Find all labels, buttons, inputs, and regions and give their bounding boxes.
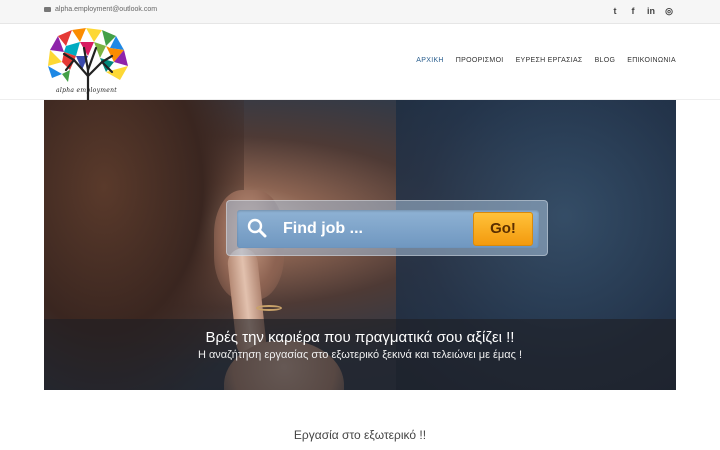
top-bar: alpha.employment@outlook.com t f in ◎: [0, 0, 720, 24]
go-button[interactable]: Go!: [473, 212, 533, 246]
hero-title: Βρές την καριέρα που πραγματικά σου αξίζ…: [205, 329, 515, 346]
contact-email-text[interactable]: alpha.employment@outlook.com: [55, 6, 157, 13]
envelope-icon: [44, 7, 51, 12]
social-links: t f in ◎: [610, 5, 674, 17]
nav-item-find-job[interactable]: ΕΥΡΕΣΗ ΕΡΓΑΣΙΑΣ: [516, 57, 583, 64]
site-header: alpha employment ΑΡΧΙΚΗ ΠΡΟΟΡΙΣΜΟΙ ΕΥΡΕΣ…: [0, 24, 720, 100]
nav-item-contact[interactable]: ΕΠΙΚΟΙΝΩΝΙΑ: [627, 57, 676, 64]
logo-text: alpha employment: [56, 87, 118, 94]
nav-item-home[interactable]: ΑΡΧΙΚΗ: [416, 57, 443, 64]
hero-background-ring: [256, 305, 282, 311]
instagram-icon[interactable]: ◎: [664, 5, 674, 17]
search-icon: [247, 218, 267, 238]
linkedin-icon[interactable]: in: [646, 5, 656, 17]
main-nav: ΑΡΧΙΚΗ ΠΡΟΟΡΙΣΜΟΙ ΕΥΡΕΣΗ ΕΡΓΑΣΙΑΣ BLOG Ε…: [416, 57, 676, 64]
job-search-input[interactable]: Find job ... Go!: [237, 210, 539, 248]
nav-item-blog[interactable]: BLOG: [595, 57, 616, 64]
job-search-box: Find job ... Go!: [226, 200, 548, 256]
hero-caption: Βρές την καριέρα που πραγματικά σου αξίζ…: [44, 319, 676, 390]
hero-subtitle: Η αναζήτηση εργασίας στο εξωτερικό ξεκιν…: [197, 349, 523, 361]
twitter-icon[interactable]: t: [610, 5, 620, 17]
search-placeholder: Find job ...: [283, 220, 363, 237]
section-title: Εργασία στο εξωτερικό !!: [293, 428, 427, 442]
contact-email[interactable]: alpha.employment@outlook.com: [44, 6, 157, 13]
facebook-icon[interactable]: f: [628, 5, 638, 17]
hero-banner: Find job ... Go! Βρές την καριέρα που πρ…: [44, 100, 676, 390]
nav-item-destinations[interactable]: ΠΡΟΟΡΙΣΜΟΙ: [456, 57, 504, 64]
